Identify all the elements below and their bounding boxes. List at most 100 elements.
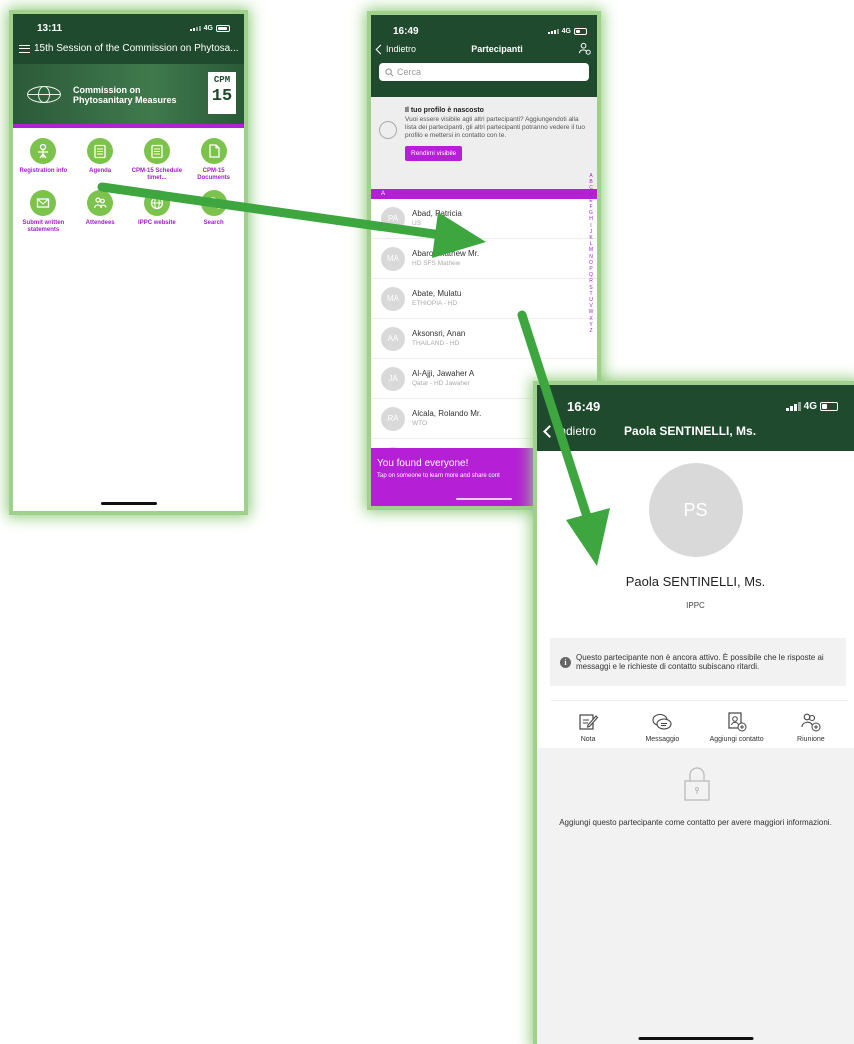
- back-button[interactable]: Indietro: [375, 44, 416, 54]
- search-input[interactable]: Cerca: [379, 63, 589, 81]
- section-header: A: [371, 189, 597, 199]
- status-time: 16:49: [567, 398, 601, 414]
- menu-icon[interactable]: [19, 44, 30, 53]
- avatar: RA: [381, 406, 405, 431]
- home-header: 13:11 4G 15th Session of the Commission …: [13, 14, 244, 124]
- battery-icon: [216, 24, 230, 32]
- battery-icon: [574, 28, 587, 35]
- participant-name: Al-Ajji, Jawaher A: [412, 369, 475, 378]
- person-icon: [30, 138, 57, 164]
- chevron-left-icon: [543, 424, 556, 438]
- tile-agenda[interactable]: Agenda: [72, 138, 129, 182]
- nav-bar: Indietro Paola SENTINELLI, Ms.: [537, 415, 854, 438]
- schedule-icon: [143, 138, 170, 164]
- participant-subtitle: US: [412, 220, 422, 227]
- globe-icon: [143, 190, 170, 216]
- back-button[interactable]: Indietro: [543, 424, 596, 438]
- app-title-bar: 15th Session of the Commission on Phytos…: [13, 34, 244, 54]
- note-icon: [579, 714, 599, 730]
- hidden-profile-notice: Il tuo profilo è nascosto Vuoi essere vi…: [371, 97, 597, 189]
- avatar: AA: [381, 326, 405, 351]
- detail-header: 16:49 4G Indietro Paola SENTINELLI, Ms.: [537, 385, 854, 451]
- participant-row[interactable]: AA Aksonsri, Anan THAILAND - HD: [371, 319, 597, 359]
- participant-organization: IPPC: [686, 601, 705, 610]
- home-screen-phone: 13:11 4G 15th Session of the Commission …: [13, 14, 244, 511]
- page-title: Paola SENTINELLI, Ms.: [624, 424, 757, 438]
- alphabet-letter[interactable]: W: [588, 309, 594, 315]
- nav-bar: Indietro Partecipanti: [371, 39, 597, 59]
- tile-grid: Registration info Agenda CPM-15 Schedule…: [13, 128, 244, 234]
- screenshot-canvas: 13:11 4G 15th Session of the Commission …: [0, 0, 854, 1044]
- participant-name: Alcala, Rolando Mr.: [412, 409, 482, 418]
- signal-icon: [785, 401, 801, 411]
- un-globe-icon: [27, 86, 61, 103]
- people-icon: [87, 190, 114, 216]
- page-title: Partecipanti: [471, 44, 523, 54]
- add-contact-icon: [728, 712, 747, 732]
- cpm-logo: CPM 15: [208, 72, 236, 114]
- home-indicator[interactable]: [456, 498, 512, 500]
- network-label: 4G: [203, 24, 213, 32]
- status-time: 13:11: [37, 22, 63, 34]
- battery-icon: [820, 401, 838, 411]
- make-visible-button[interactable]: Rendimi visibile: [405, 146, 463, 161]
- avatar: PA: [381, 206, 405, 231]
- tile-attendees[interactable]: Attendees: [72, 190, 129, 234]
- message-icon: [652, 713, 672, 730]
- participant-row[interactable]: PA Abad, Patricia US: [371, 199, 597, 239]
- search-icon: [385, 67, 394, 76]
- participant-name: Abate, Mulatu: [412, 289, 462, 298]
- network-label: 4G: [803, 400, 817, 412]
- signal-icon: [189, 25, 201, 31]
- locked-message: Aggiungi questo partecipante come contat…: [559, 818, 832, 827]
- tile-submit-statements[interactable]: Submit written statements: [15, 190, 72, 234]
- status-bar: 16:49 4G: [537, 385, 854, 415]
- notice-title: Il tuo profilo è nascosto: [405, 107, 484, 114]
- org-name: Commission on Phytosanitary Measures: [73, 85, 177, 105]
- participant-name: Abad, Patricia: [412, 209, 462, 218]
- participant-detail-phone: 16:49 4G Indietro Paola SENTINELLI, Ms. …: [537, 385, 854, 1044]
- participant-subtitle: Qatar - HD Jawaher: [412, 380, 470, 387]
- chevron-left-icon: [375, 44, 386, 54]
- participant-row[interactable]: MA Abaro, Mathew Mr. HD SFS Mathew: [371, 239, 597, 279]
- participant-name: Abaro, Mathew Mr.: [412, 249, 480, 258]
- participant-row[interactable]: MA Abate, Mulatu ETHIOPIA - HD: [371, 279, 597, 319]
- home-indicator[interactable]: [638, 1037, 753, 1040]
- status-bar: 13:11 4G: [13, 14, 244, 34]
- avatar: PS: [648, 463, 743, 557]
- participant-subtitle: THAILAND - HD: [412, 340, 460, 347]
- locked-info-section: Aggiungi questo partecipante come contat…: [537, 748, 854, 1044]
- tile-schedule[interactable]: CPM-15 Schedule timet...: [129, 138, 186, 182]
- meeting-icon: [801, 713, 821, 732]
- profile-hidden-icon: [379, 121, 397, 139]
- alphabet-index[interactable]: ABCDEFGHIJKLMNOPQRSTUVWXYZ: [588, 173, 594, 334]
- tile-ippc-website[interactable]: IPPC website: [129, 190, 186, 234]
- signal-icon: [547, 29, 559, 34]
- avatar: MA: [381, 246, 405, 271]
- participant-name: Aksonsri, Anan: [412, 329, 466, 338]
- search-icon: [200, 190, 227, 216]
- participant-subtitle: HD SFS Mathew: [412, 260, 461, 267]
- status-bar: 16:49 4G: [371, 15, 597, 39]
- add-person-icon[interactable]: [578, 42, 591, 57]
- app-title: 15th Session of the Commission on Phytos…: [34, 43, 239, 54]
- status-time: 16:49: [393, 26, 419, 37]
- network-label: 4G: [561, 28, 571, 35]
- tile-search[interactable]: Search: [185, 190, 242, 234]
- participant-name: Paola SENTINELLI, Ms.: [625, 574, 766, 589]
- alphabet-letter[interactable]: Z: [588, 328, 594, 334]
- participants-header: 16:49 4G Indietro Partecipanti Cerca: [371, 15, 597, 97]
- participant-subtitle: WTO: [412, 420, 428, 427]
- avatar: JA: [381, 366, 405, 391]
- document-icon: [200, 138, 227, 164]
- tile-registration-info[interactable]: Registration info: [15, 138, 72, 182]
- avatar: MA: [381, 286, 405, 311]
- notepad-icon: [87, 138, 114, 164]
- envelope-icon: [30, 190, 57, 216]
- participant-subtitle: ETHIOPIA - HD: [412, 300, 458, 307]
- home-indicator[interactable]: [100, 502, 157, 505]
- event-banner: Commission on Phytosanitary Measures CPM…: [13, 64, 244, 124]
- tile-documents[interactable]: CPM-15 Documents: [185, 138, 242, 182]
- notice-text: Vuoi essere visibile agli altri partecip…: [405, 116, 585, 139]
- inactive-warning: i Questo partecipante non è ancora attiv…: [550, 638, 846, 686]
